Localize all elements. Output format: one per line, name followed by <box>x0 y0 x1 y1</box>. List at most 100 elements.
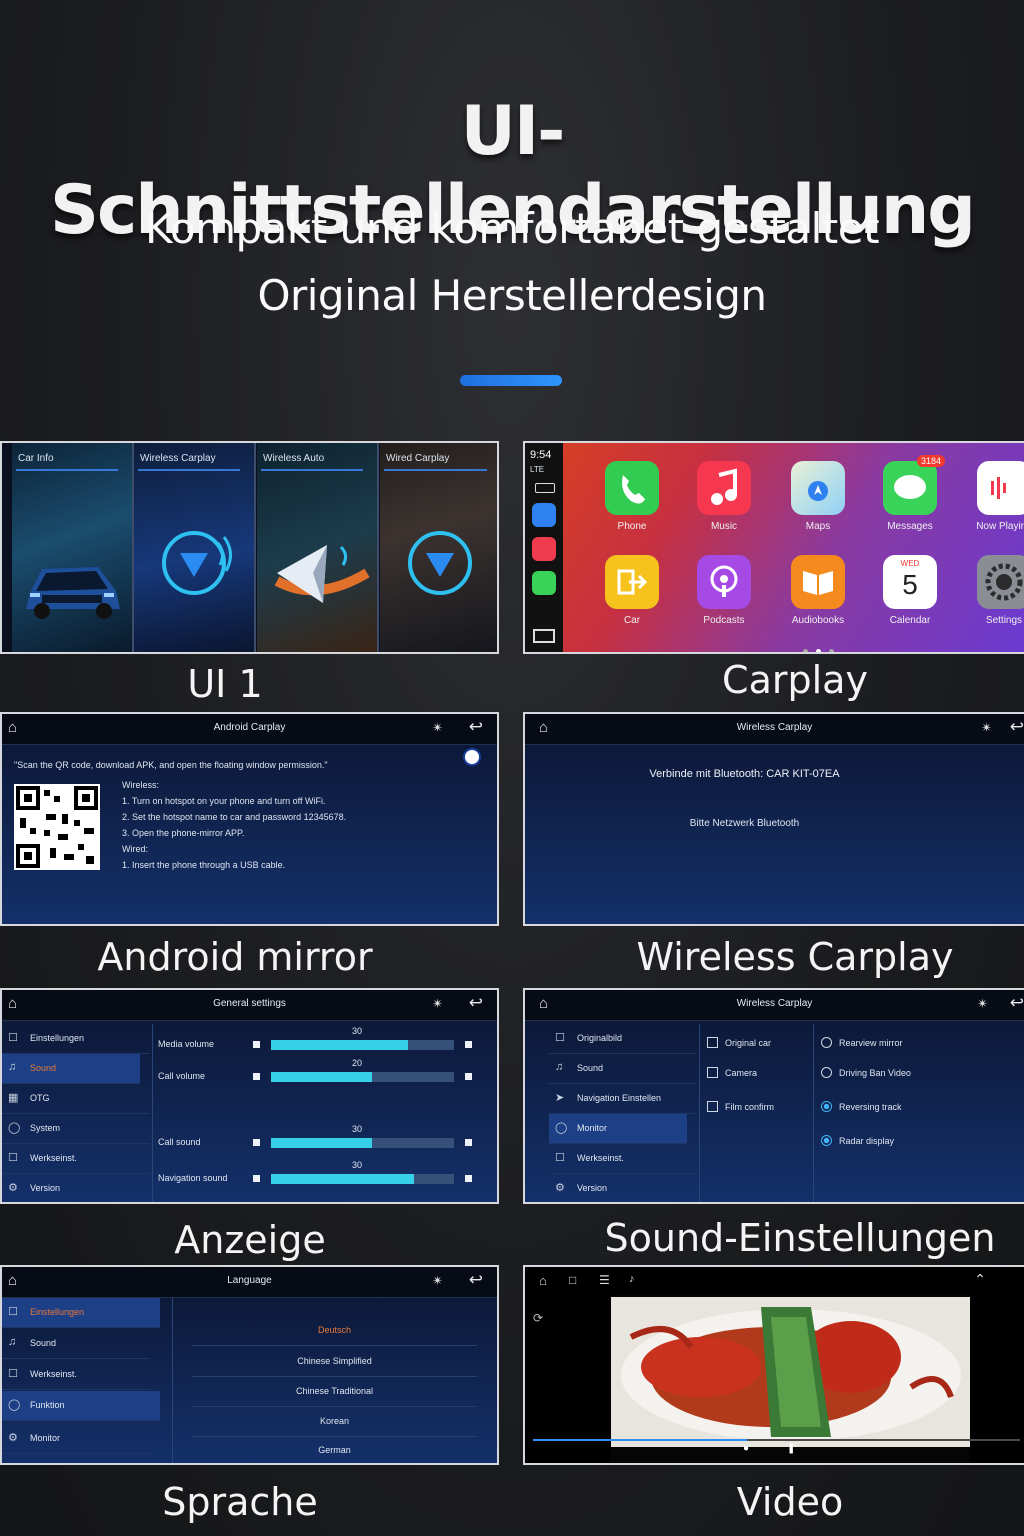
language-option-german[interactable]: German <box>192 1436 477 1463</box>
language-option-deutsch[interactable]: Deutsch <box>192 1316 477 1346</box>
back-icon[interactable]: ↩ <box>469 993 483 1013</box>
menu-item-werkseinst[interactable]: ☐ Werkseinst. <box>549 1144 697 1174</box>
slider-increase-button[interactable] <box>465 1073 472 1080</box>
screen-title: Wireless Carplay <box>736 998 813 1009</box>
checkbox-label-original-car: Original car <box>725 1038 772 1048</box>
menu-item-einstellungen[interactable]: ☐ Einstellungen <box>2 1298 160 1328</box>
home-icon[interactable]: ⌂ <box>539 1273 547 1288</box>
rotate-icon[interactable]: ⟳ <box>533 1311 543 1325</box>
ui1-panel: Car Info Wireless Carplay Wireless Auto <box>0 441 499 654</box>
radio-column: Rearview mirror Driving Ban Video Revers… <box>815 1024 1015 1202</box>
back-icon[interactable]: ↩ <box>469 1270 483 1290</box>
menu-item-version[interactable]: ⚙ Version <box>2 1174 150 1202</box>
slider-decrease-button[interactable] <box>253 1041 260 1048</box>
music-mini-icon[interactable] <box>532 537 556 561</box>
menu-item-monitor[interactable]: ◯ Monitor <box>549 1114 687 1144</box>
caption-android-mirror: Android mirror <box>97 935 373 979</box>
menu-item-monitor[interactable]: ⚙ Monitor <box>2 1424 150 1454</box>
slider-increase-button[interactable] <box>465 1175 472 1182</box>
page-dots[interactable] <box>799 641 838 652</box>
slider-increase-button[interactable] <box>465 1139 472 1146</box>
volume-slider[interactable] <box>271 1174 454 1184</box>
menu-item-originalbild[interactable]: ☐ Originalbild <box>549 1024 697 1054</box>
slider-decrease-button[interactable] <box>253 1175 260 1182</box>
sprache-panel: ⌂ Language ✴ ↩ ☐ Einstellungen ♫ Sound ☐ We… <box>0 1265 499 1465</box>
checkbox-original-car[interactable] <box>707 1037 718 1048</box>
menu-item-werkseinst[interactable]: ☐ Werkseinst. <box>2 1144 150 1174</box>
checkbox-camera[interactable] <box>707 1067 718 1078</box>
volume-slider[interactable] <box>271 1072 454 1082</box>
music-app-icon[interactable] <box>697 461 751 515</box>
volume-slider[interactable] <box>271 1138 454 1148</box>
bluetooth-connect-text: Verbinde mit Bluetooth: CAR KIT-07EA <box>649 768 840 780</box>
back-icon[interactable]: ↩ <box>469 717 483 737</box>
messages-app-icon[interactable] <box>883 461 937 515</box>
menu-item-sound[interactable]: ♫ Sound <box>2 1054 140 1084</box>
carplay-time: 9:54 <box>530 449 552 461</box>
app-label-calendar: Calendar <box>889 615 931 626</box>
settings-menu: ☐ Einstellungen ♫ Sound ▦ OTG ◯ System ☐ Werk… <box>2 1024 153 1202</box>
slider-value: 20 <box>352 1058 363 1068</box>
pause-icon[interactable]: ❚ <box>787 1443 795 1454</box>
ui1-column-wireless-auto[interactable]: Wireless Auto <box>257 443 379 652</box>
video-toolbar: ⌂ □ ☰ ♪ ⌃ <box>525 1267 1024 1295</box>
safari-icon[interactable] <box>532 503 556 527</box>
menu-item-version[interactable]: ⚙ Version <box>549 1174 697 1202</box>
now-playing-app-icon[interactable] <box>977 461 1024 515</box>
back-icon[interactable]: ↩ <box>1010 993 1024 1013</box>
radio-driving-ban-video[interactable] <box>821 1067 832 1078</box>
phone-mini-icon[interactable] <box>532 571 556 595</box>
volume-slider[interactable] <box>271 1040 454 1050</box>
audiobooks-app-icon[interactable] <box>791 555 845 609</box>
menu-item-funktion[interactable]: ◯ Funktion <box>2 1391 160 1421</box>
checkbox-film-confirm[interactable] <box>707 1101 718 1112</box>
app-label-audiobooks: Audiobooks <box>791 615 845 626</box>
radio-rearview-mirror[interactable] <box>821 1037 832 1048</box>
window-icon[interactable]: □ <box>569 1273 576 1287</box>
subtitle-original: Original Herstellerdesign <box>257 271 767 320</box>
menu-item-werkseinst[interactable]: ☐ Werkseinst. <box>2 1360 150 1390</box>
menu-icon[interactable]: ☰ <box>599 1273 610 1287</box>
car-app-icon[interactable] <box>605 555 659 609</box>
language-option-chinese-simplified[interactable]: Chinese Simplified <box>192 1347 477 1377</box>
accent-divider <box>460 375 562 386</box>
calendar-date: 5 <box>902 569 918 600</box>
radio-label-driving-ban-video: Driving Ban Video <box>839 1068 911 1078</box>
video-progress-track[interactable] <box>533 1439 1020 1441</box>
language-option-korean[interactable]: Korean <box>192 1407 477 1437</box>
settings-app-icon[interactable] <box>977 555 1024 609</box>
caption-wireless-carplay: Wireless Carplay <box>636 935 954 979</box>
app-label-phone: Phone <box>617 521 647 532</box>
phone-app-icon[interactable] <box>605 461 659 515</box>
radio-reversing-track[interactable] <box>821 1101 832 1112</box>
radio-radar-display[interactable] <box>821 1135 832 1146</box>
calendar-app-icon[interactable]: WED 5 <box>883 555 937 609</box>
android-line-5: Wired: <box>122 844 149 854</box>
ui1-column-wireless-carplay[interactable]: Wireless Carplay <box>134 443 256 652</box>
podcasts-app-icon[interactable] <box>697 555 751 609</box>
back-icon[interactable]: ↩ <box>1010 717 1024 737</box>
carplay-sidebar: 9:54 LTE <box>525 443 563 652</box>
app-label-car: Car <box>623 615 641 626</box>
menu-item-sound[interactable]: ♫ Sound <box>549 1054 697 1084</box>
slider-decrease-button[interactable] <box>253 1139 260 1146</box>
slider-increase-button[interactable] <box>465 1041 472 1048</box>
ui1-column-car-info[interactable]: Car Info <box>12 443 134 652</box>
status-circle <box>463 748 481 766</box>
menu-item-navigation[interactable]: ➤ Navigation Einstellen <box>549 1084 697 1114</box>
dashboard-icon[interactable] <box>533 629 555 643</box>
slider-decrease-button[interactable] <box>253 1073 260 1080</box>
qr-code <box>14 784 100 870</box>
play-icon[interactable]: ● <box>743 1443 749 1454</box>
maps-app-icon[interactable] <box>791 461 845 515</box>
volume-icon[interactable]: ♪ <box>629 1273 635 1285</box>
ui1-column-wired-carplay[interactable]: Wired Carplay <box>380 443 497 652</box>
language-option-chinese-traditional[interactable]: Chinese Traditional <box>192 1377 477 1407</box>
menu-item-sound[interactable]: ♫ Sound <box>2 1329 150 1359</box>
menu-item-einstellungen[interactable]: ☐ Einstellungen <box>2 1024 150 1054</box>
menu-item-system[interactable]: ◯ System <box>2 1114 150 1144</box>
caption-ui1: UI 1 <box>187 662 263 706</box>
menu-item-otg[interactable]: ▦ OTG <box>2 1084 150 1114</box>
bluetooth-icon: ✴ <box>432 720 443 735</box>
up-arrow-icon[interactable]: ⌃ <box>974 1271 986 1288</box>
